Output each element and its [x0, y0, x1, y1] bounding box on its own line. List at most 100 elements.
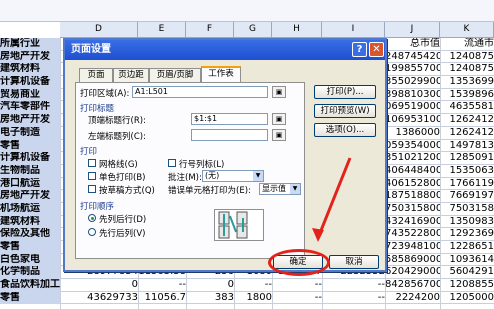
table-cell[interactable]: 汽车零部件 [0, 101, 60, 115]
column-header-j[interactable]: J [385, 22, 440, 38]
dialog-titlebar[interactable]: 页面设置 ? ✕ [65, 40, 385, 60]
print-button[interactable]: 打印(P)... [314, 85, 376, 99]
table-cell[interactable]: 398810300 [385, 89, 440, 102]
table-cell[interactable]: 1262412 [440, 127, 494, 140]
column-header-f[interactable]: F [186, 22, 234, 38]
table-cell[interactable]: 4635581 [440, 101, 494, 114]
table-cell[interactable]: 建筑材料 [0, 63, 60, 77]
mono-checkbox[interactable] [88, 172, 96, 180]
tab-header-footer[interactable]: 页眉/页脚 [149, 68, 201, 82]
table-cell[interactable]: 1766119 [440, 178, 494, 191]
table-cell[interactable]: 187518800 [385, 190, 440, 203]
table-cell[interactable]: 白色家电 [0, 253, 60, 267]
table-cell[interactable]: 1386000 [385, 127, 440, 140]
table-cell[interactable]: -- [272, 292, 322, 305]
table-cell[interactable]: 351021200 [385, 152, 440, 165]
table-row[interactable]: 零售 43629733 11056.7 383 1800 -- -- 2224200 12050… [0, 291, 494, 305]
table-cell[interactable]: 059354000 [385, 140, 440, 153]
column-header-g[interactable]: G [234, 22, 272, 38]
table-cell[interactable]: 房地产开发 [0, 190, 60, 203]
table-cell[interactable]: 1069531000 [385, 114, 440, 127]
table-cell[interactable]: 1240875 [440, 63, 494, 76]
table-cell[interactable]: 406152800 [385, 178, 440, 191]
table-cell[interactable]: 1208855 [440, 279, 494, 292]
table-cell[interactable]: 7669197 [440, 190, 494, 203]
help-button[interactable]: ? [352, 42, 367, 57]
table-cell[interactable]: 1205000 [440, 292, 494, 305]
table-cell[interactable]: 43629733 [60, 292, 138, 305]
table-cell[interactable]: 港口航运 [0, 177, 60, 191]
table-cell[interactable]: 1497813 [440, 140, 494, 153]
table-cell[interactable]: 贸易商业 [0, 88, 60, 102]
table-cell[interactable]: 1350983 [440, 216, 494, 229]
table-cell[interactable]: 电子制造 [0, 126, 60, 140]
table-cell[interactable]: 355029900 [385, 76, 440, 89]
table-cell[interactable]: 2224200 [385, 292, 440, 305]
cancel-button[interactable]: 取消 [329, 255, 379, 269]
table-cell[interactable]: 7503158 [440, 203, 494, 216]
table-cell[interactable]: 房地产开发 [0, 50, 60, 64]
table-cell[interactable]: -- [234, 279, 272, 292]
table-cell[interactable]: 723948100 [385, 241, 440, 254]
table-cell[interactable]: 1539896 [440, 89, 494, 102]
table-cell[interactable]: -- [138, 279, 186, 292]
gridlines-checkbox[interactable] [88, 159, 96, 167]
table-cell[interactable]: 1535063 [440, 165, 494, 178]
table-cell[interactable]: 750315800 [385, 203, 440, 216]
close-button[interactable]: ✕ [369, 42, 384, 57]
table-cell[interactable]: 1292369 [440, 228, 494, 241]
table-cell[interactable]: 零售 [0, 241, 60, 254]
options-button[interactable]: 选项(O)... [314, 123, 376, 137]
print-area-select-icon[interactable]: ▣ [272, 86, 286, 98]
table-row[interactable]: 食品饮料加工 0 -- 0 -- -- -- 842856700 1208855 [0, 279, 494, 292]
tab-page[interactable]: 页面 [79, 68, 113, 82]
order-down-then-over-radio[interactable] [88, 214, 96, 222]
table-cell[interactable]: -- [322, 279, 385, 292]
draft-checkbox[interactable] [88, 185, 96, 193]
table-cell[interactable]: 1353699 [440, 76, 494, 89]
table-cell[interactable]: 069519000 [385, 101, 440, 114]
table-cell[interactable]: 1285091 [440, 152, 494, 165]
table-cell[interactable]: 机场航运 [0, 202, 60, 216]
table-cell[interactable]: 总市值 [385, 38, 440, 51]
table-cell[interactable]: 计算机设备 [0, 76, 60, 89]
formula-bar[interactable] [0, 0, 494, 22]
table-cell[interactable]: 建筑材料 [0, 215, 60, 229]
table-cell[interactable]: 620429000 [385, 266, 440, 279]
table-cell[interactable]: 0 [60, 279, 138, 292]
table-cell[interactable]: 保险及其他 [0, 228, 60, 241]
top-rows-input[interactable]: $1:$1 [191, 113, 268, 125]
table-cell[interactable]: 743522800 [385, 228, 440, 241]
top-rows-select-icon[interactable]: ▣ [272, 113, 286, 125]
table-cell[interactable]: 生物制品 [0, 164, 60, 178]
table-cell[interactable]: -- [322, 292, 385, 305]
column-header-i[interactable]: I [322, 22, 385, 38]
table-cell[interactable]: 所属行业 [0, 38, 60, 51]
table-cell[interactable]: 食品饮料加工 [0, 279, 60, 292]
table-cell[interactable]: 11056.7 [138, 292, 186, 305]
table-cell[interactable]: 1262412 [440, 114, 494, 127]
table-cell[interactable]: 406448400 [385, 165, 440, 178]
tab-margins[interactable]: 页边距 [113, 68, 149, 82]
table-cell[interactable]: 199855700 [385, 63, 440, 76]
table-cell[interactable]: 0 [186, 279, 234, 292]
table-cell[interactable]: 流通市 [440, 38, 494, 51]
errors-select[interactable]: 显示值 ▼ [259, 183, 301, 195]
table-cell[interactable]: 1240875 [440, 51, 494, 64]
table-cell[interactable]: 383 [186, 292, 234, 305]
left-cols-select-icon[interactable]: ▣ [272, 129, 286, 141]
table-cell[interactable]: -- [272, 279, 322, 292]
order-over-then-down-radio[interactable] [88, 228, 96, 236]
table-cell[interactable]: 零售 [0, 139, 60, 153]
table-cell[interactable]: 计算机设备 [0, 152, 60, 165]
column-header-k[interactable]: K [440, 22, 494, 38]
column-header-h[interactable]: H [272, 22, 322, 38]
table-cell[interactable]: 1093614 [440, 254, 494, 267]
table-cell[interactable]: 化学制品 [0, 266, 60, 280]
tab-sheet[interactable]: 工作表 [201, 66, 241, 83]
table-cell[interactable]: 零售 [0, 291, 60, 305]
row-col-headers-checkbox[interactable] [168, 159, 176, 167]
table-cell[interactable]: 1228651 [440, 241, 494, 254]
table-cell[interactable]: 1800 [234, 292, 272, 305]
column-header-d[interactable]: D [60, 22, 138, 38]
